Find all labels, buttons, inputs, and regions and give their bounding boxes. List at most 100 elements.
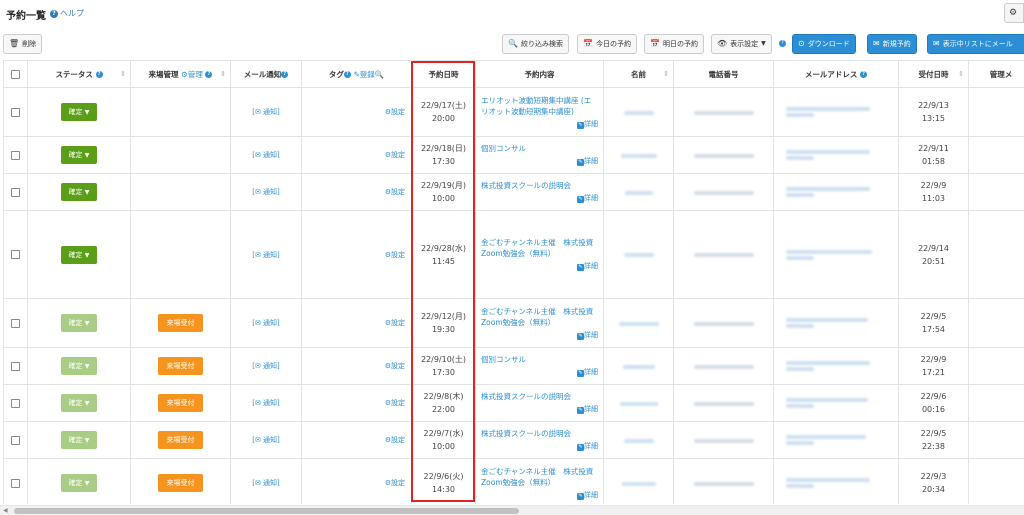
tag-setting-link[interactable]: ⚙設定 [385, 251, 405, 259]
status-dropdown[interactable]: 確定 ▼ [61, 357, 97, 375]
tomorrow-reservations-button[interactable]: 📅 明日の予約 [644, 34, 704, 54]
visit-manage-link[interactable]: ⚙管理 [181, 70, 203, 79]
content-link[interactable]: 株式投資スクールの説明会 [481, 392, 571, 401]
row-checkbox[interactable] [11, 361, 20, 371]
status-dropdown[interactable]: 確定 ▼ [61, 103, 97, 121]
tag-setting-link[interactable]: ⚙設定 [385, 436, 405, 444]
status-dropdown[interactable]: 確定 ▼ [61, 146, 97, 164]
search-icon[interactable]: 🔍 [375, 70, 384, 79]
row-checkbox[interactable] [11, 107, 20, 117]
detail-link[interactable]: ✎詳細 [481, 367, 598, 378]
row-checkbox[interactable] [11, 150, 20, 160]
visit-reception-button[interactable]: 来場受付 [158, 431, 203, 449]
tag-setting-link[interactable]: ⚙設定 [385, 151, 405, 159]
column-datetime[interactable]: 予約日時 [411, 60, 476, 88]
display-settings-button[interactable]: 👁 表示設定 ▼ [711, 34, 772, 54]
status-dropdown[interactable]: 確定 ▼ [61, 394, 97, 412]
sort-icon[interactable]: ⇕ [220, 70, 226, 78]
table-row[interactable]: 確定 ▼ 来場受付 [✉ 通知] ⚙設定 22/9/6(火) 14:30 金ごむチャンネル主… [3, 458, 1024, 504]
horizontal-scrollbar[interactable]: ◀ [0, 505, 1024, 515]
row-checkbox-cell[interactable] [3, 298, 28, 348]
filter-search-button[interactable]: 🔍 絞り込み検索 [502, 34, 569, 54]
visit-reception-button[interactable]: 来場受付 [158, 394, 203, 412]
content-link[interactable]: 個別コンサル [481, 144, 526, 153]
row-checkbox[interactable] [11, 398, 20, 408]
question-icon[interactable]: ? [281, 71, 289, 78]
email-list-button[interactable]: ✉ 表示中リストにメール [927, 34, 1024, 54]
row-checkbox-cell[interactable] [3, 173, 28, 211]
notify-link[interactable]: [✉ 通知] [252, 188, 280, 196]
today-reservations-button[interactable]: 📅 今日の予約 [577, 34, 637, 54]
detail-link[interactable]: ✎詳細 [481, 490, 598, 501]
content-link[interactable]: 個別コンサル [481, 355, 526, 364]
question-icon[interactable]: ? [860, 71, 868, 78]
visit-reception-button[interactable]: 来場受付 [158, 357, 203, 375]
row-checkbox-cell[interactable] [3, 384, 28, 422]
detail-link[interactable]: ✎詳細 [481, 261, 598, 272]
detail-link[interactable]: ✎詳細 [481, 404, 598, 415]
table-row[interactable]: 確定 ▼ 来場受付 [✉ 通知] ⚙設定 22/9/12(月) 19:30 金ごむチャンネル… [3, 298, 1024, 348]
content-link[interactable]: 株式投資スクールの説明会 [481, 181, 571, 190]
question-icon[interactable]: ? [779, 40, 786, 47]
new-reservation-button[interactable]: ✉ 新規予約 [867, 34, 917, 54]
select-all-checkbox[interactable] [11, 69, 20, 79]
tag-setting-link[interactable]: ⚙設定 [385, 188, 405, 196]
row-checkbox-cell[interactable] [3, 87, 28, 137]
tag-register-link[interactable]: ✎登録 [353, 70, 374, 79]
column-name[interactable]: 名前 ⇕ [603, 60, 674, 88]
table-row[interactable]: 確定 ▼ [✉ 通知] ⚙設定 22/9/28(水) 11:45 金ごむチャンネル主催 株… [3, 210, 1024, 299]
notify-link[interactable]: [✉ 通知] [252, 479, 280, 487]
table-row[interactable]: 確定 ▼ 来場受付 [✉ 通知] ⚙設定 22/9/7(水) 10:00 株式投資スクールの… [3, 421, 1024, 459]
status-dropdown[interactable]: 確定 ▼ [61, 474, 97, 492]
question-icon[interactable]: ? [343, 71, 351, 78]
row-checkbox-cell[interactable] [3, 421, 28, 459]
notify-link[interactable]: [✉ 通知] [252, 399, 280, 407]
notify-link[interactable]: [✉ 通知] [252, 362, 280, 370]
content-link[interactable]: 株式投資スクールの説明会 [481, 429, 571, 438]
detail-link[interactable]: ✎詳細 [481, 330, 598, 341]
notify-link[interactable]: [✉ 通知] [252, 108, 280, 116]
status-dropdown[interactable]: 確定 ▼ [61, 314, 97, 332]
status-dropdown[interactable]: 確定 ▼ [61, 183, 97, 201]
row-checkbox-cell[interactable] [3, 458, 28, 504]
scrollbar-thumb[interactable] [14, 508, 519, 514]
row-checkbox[interactable] [11, 435, 20, 445]
help-link[interactable]: ? ヘルプ [50, 8, 84, 19]
row-checkbox[interactable] [11, 250, 20, 260]
column-received[interactable]: 受付日時 ⇕ [898, 60, 969, 88]
content-link[interactable]: 金ごむチャンネル主催 株式投資Zoom勉強会（無料） [481, 307, 593, 327]
gear-icon[interactable]: ⚙ [1004, 3, 1024, 23]
row-checkbox-cell[interactable] [3, 347, 28, 385]
tag-setting-link[interactable]: ⚙設定 [385, 399, 405, 407]
delete-button[interactable]: 🗑 削除 [3, 34, 43, 54]
row-checkbox[interactable] [11, 318, 20, 328]
notify-link[interactable]: [✉ 通知] [252, 319, 280, 327]
tag-setting-link[interactable]: ⚙設定 [385, 479, 405, 487]
visit-reception-button[interactable]: 来場受付 [158, 474, 203, 492]
question-icon[interactable]: ? [205, 71, 213, 78]
row-checkbox-cell[interactable] [3, 136, 28, 174]
row-checkbox[interactable] [11, 478, 20, 488]
question-icon[interactable]: ? [95, 71, 103, 78]
tag-setting-link[interactable]: ⚙設定 [385, 108, 405, 116]
sort-icon[interactable]: ⇕ [120, 70, 126, 78]
visit-reception-button[interactable]: 来場受付 [158, 314, 203, 332]
table-row[interactable]: 確定 ▼ [✉ 通知] ⚙設定 22/9/17(土) 20:00 エリオット波動短期集中講… [3, 87, 1024, 137]
content-link[interactable]: 金ごむチャンネル主催 株式投資Zoom勉強会（無料） [481, 238, 593, 258]
status-dropdown[interactable]: 確定 ▼ [61, 245, 97, 264]
content-link[interactable]: 金ごむチャンネル主催 株式投資Zoom勉強会（無料） [481, 467, 593, 487]
tag-setting-link[interactable]: ⚙設定 [385, 362, 405, 370]
notify-link[interactable]: [✉ 通知] [252, 251, 280, 259]
table-row[interactable]: 確定 ▼ 来場受付 [✉ 通知] ⚙設定 22/9/8(木) 22:00 株式投資スクールの… [3, 384, 1024, 422]
content-link[interactable]: エリオット波動短期集中講座 (エリオット波動短期集中講座) [481, 96, 591, 116]
row-checkbox-cell[interactable] [3, 210, 28, 299]
table-row[interactable]: 確定 ▼ 来場受付 [✉ 通知] ⚙設定 22/9/10(土) 17:30 個別コンサル ✎詳… [3, 347, 1024, 385]
table-row[interactable]: 確定 ▼ [✉ 通知] ⚙設定 22/9/19(月) 10:00 株式投資スクールの説明会… [3, 173, 1024, 211]
tag-setting-link[interactable]: ⚙設定 [385, 319, 405, 327]
notify-link[interactable]: [✉ 通知] [252, 436, 280, 444]
detail-link[interactable]: ✎詳細 [481, 156, 598, 167]
detail-link[interactable]: ✎詳細 [481, 193, 598, 204]
select-all-cell[interactable] [3, 60, 28, 88]
scroll-left-icon[interactable]: ◀ [3, 507, 8, 514]
download-button[interactable]: ⊙ ダウンロード [792, 34, 856, 54]
